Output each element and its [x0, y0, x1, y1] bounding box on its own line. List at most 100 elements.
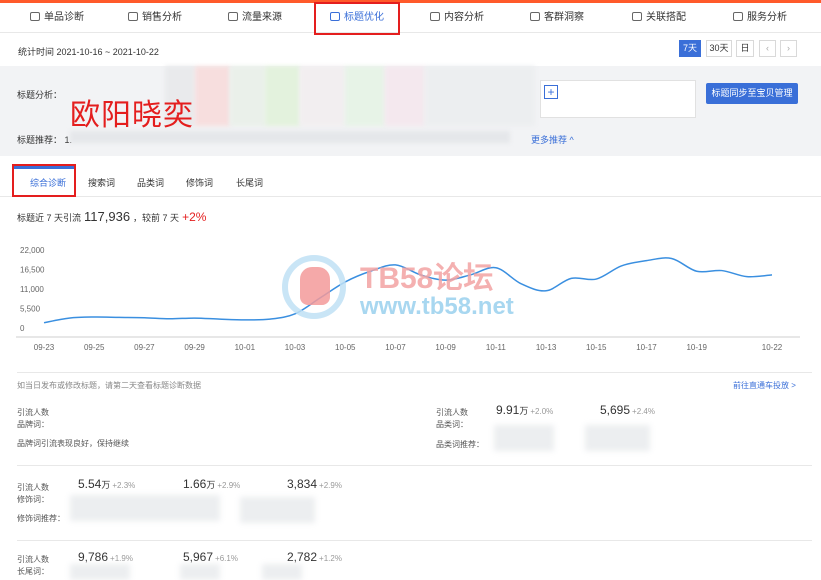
- data-point[interactable]: [168, 317, 172, 321]
- tab-longtail-words[interactable]: 长尾词: [236, 176, 263, 189]
- watermark-text: TB58论坛: [360, 262, 494, 295]
- nav-label: 客群洞察: [544, 12, 584, 23]
- data-point[interactable]: [42, 321, 46, 325]
- tab-category-words[interactable]: 品类词: [137, 176, 164, 189]
- nav-item-sales-analysis[interactable]: 销售分析: [128, 3, 182, 33]
- longtail-words-label: 长尾词：: [17, 567, 49, 576]
- data-point[interactable]: [695, 269, 699, 273]
- highlight-box-nav: [314, 2, 400, 35]
- hand-icon: [300, 267, 330, 305]
- link-icon: [632, 12, 642, 21]
- blurred-area: [300, 66, 345, 126]
- data-point[interactable]: [218, 317, 222, 321]
- data-point[interactable]: [619, 264, 623, 268]
- content-icon: [430, 12, 440, 21]
- modifier-traffic-label: 引流人数: [17, 483, 49, 492]
- nav-label: 单品诊断: [44, 12, 84, 23]
- date-range-label: 统计时间 2021-10-16 ~ 2021-10-22: [18, 47, 159, 57]
- blurred-area: [425, 66, 535, 126]
- summary-compare: ，较前 7 天: [133, 213, 180, 223]
- nav-item-service-analysis[interactable]: 服务分析: [733, 3, 787, 33]
- longtail-value-2: 5,967 +6.1%: [183, 550, 238, 564]
- modifier-value-3: 3,834 +2.9%: [287, 477, 342, 491]
- longtail-value-1: 9,786 +1.9%: [78, 550, 133, 564]
- data-point[interactable]: [594, 277, 598, 281]
- tab-search-words[interactable]: 搜索词: [88, 176, 115, 189]
- title-input[interactable]: [540, 80, 696, 118]
- blurred-area: [70, 564, 130, 580]
- x-tick-label: 10-01: [235, 343, 256, 352]
- main-nav: 单品诊断 销售分析 流量来源 标题优化 内容分析 客群洞察 关联搭配 服务分析: [0, 3, 821, 33]
- x-tick-label: 09-23: [34, 343, 55, 352]
- people-icon: [530, 12, 540, 21]
- divider: [17, 465, 812, 466]
- tab-modifier-words[interactable]: 修饰词: [186, 176, 213, 189]
- nav-label: 服务分析: [747, 12, 787, 23]
- blurred-area: [240, 497, 315, 523]
- longtail-value-3: 2,782 +1.2%: [287, 550, 342, 564]
- data-point[interactable]: [243, 318, 247, 322]
- y-tick-label: 5,500: [20, 305, 41, 314]
- category-traffic-label: 引流人数: [436, 408, 468, 417]
- watermark-url: www.tb58.net: [360, 293, 514, 320]
- x-tick-label: 10-22: [762, 343, 783, 352]
- data-point[interactable]: [117, 315, 121, 319]
- divider: [17, 372, 812, 373]
- x-tick-label: 10-03: [285, 343, 306, 352]
- category-words-label: 品类词：: [436, 420, 468, 429]
- nav-item-customer-insight[interactable]: 客群洞察: [530, 3, 584, 33]
- traffic-summary: 标题近 7 天引流 117,936 ，较前 7 天 +2%: [17, 209, 206, 224]
- ztc-link[interactable]: 前往直通车投放 >: [733, 380, 796, 391]
- x-tick-label: 10-07: [385, 343, 406, 352]
- longtail-traffic-label: 引流人数: [17, 555, 49, 564]
- data-point[interactable]: [142, 316, 146, 320]
- x-tick-label: 09-25: [84, 343, 105, 352]
- nav-item-bundle[interactable]: 关联搭配: [632, 3, 686, 33]
- category-value-2: 5,695 +2.4%: [600, 403, 655, 417]
- sync-title-button[interactable]: 标题同步至宝贝管理: [706, 83, 798, 104]
- nav-item-traffic-source[interactable]: 流量来源: [228, 3, 282, 33]
- data-point[interactable]: [268, 317, 272, 321]
- x-tick-label: 10-17: [636, 343, 657, 352]
- range-30d-button[interactable]: 30天: [706, 40, 732, 57]
- x-tick-label: 10-15: [586, 343, 607, 352]
- range-7d-button[interactable]: 7天: [679, 40, 701, 57]
- modifier-value-1: 5.54万 +2.3%: [78, 477, 136, 491]
- data-point[interactable]: [670, 257, 674, 261]
- tab-divider: [0, 196, 821, 197]
- data-point[interactable]: [720, 269, 724, 273]
- data-point[interactable]: [193, 316, 197, 320]
- blurred-area: [585, 425, 650, 451]
- brand-words-label: 品牌词：: [17, 420, 49, 429]
- x-tick-label: 10-09: [435, 343, 456, 352]
- title-analysis-label: 标题分析：: [17, 90, 63, 100]
- add-icon[interactable]: +: [544, 85, 558, 99]
- blurred-area: [385, 66, 425, 126]
- y-tick-label: 22,000: [20, 246, 45, 255]
- data-point[interactable]: [770, 273, 774, 277]
- nav-item-single-diagnosis[interactable]: 单品诊断: [30, 3, 84, 33]
- prev-page-button[interactable]: ‹: [759, 40, 776, 57]
- summary-change: +2%: [182, 210, 207, 224]
- bag-icon: [128, 12, 138, 21]
- y-tick-label: 0: [20, 324, 25, 333]
- modifier-words-label: 修饰词：: [17, 495, 49, 504]
- data-point[interactable]: [644, 259, 648, 263]
- nav-item-content-analysis[interactable]: 内容分析: [430, 3, 484, 33]
- data-point[interactable]: [92, 315, 96, 319]
- diagnosis-tip: 如当日发布或修改标题，请第二天查看标题诊断数据: [17, 381, 201, 390]
- nav-label: 流量来源: [242, 12, 282, 23]
- category-value-1: 9.91万 +2.0%: [496, 403, 554, 417]
- forum-watermark: TB58论坛 www.tb58.net: [282, 253, 582, 333]
- range-day-button[interactable]: 日: [736, 40, 754, 57]
- next-page-button[interactable]: ›: [780, 40, 797, 57]
- x-tick-label: 09-29: [184, 343, 205, 352]
- data-point[interactable]: [745, 275, 749, 279]
- data-point[interactable]: [67, 316, 71, 320]
- more-recommend-link[interactable]: 更多推荐 ^: [531, 133, 574, 146]
- nav-label: 销售分析: [142, 12, 182, 23]
- summary-prefix: 标题近 7 天引流: [17, 213, 82, 223]
- x-tick-label: 10-13: [536, 343, 557, 352]
- blurred-area: [265, 66, 300, 126]
- category-recommend-label: 品类词推荐：: [436, 440, 484, 449]
